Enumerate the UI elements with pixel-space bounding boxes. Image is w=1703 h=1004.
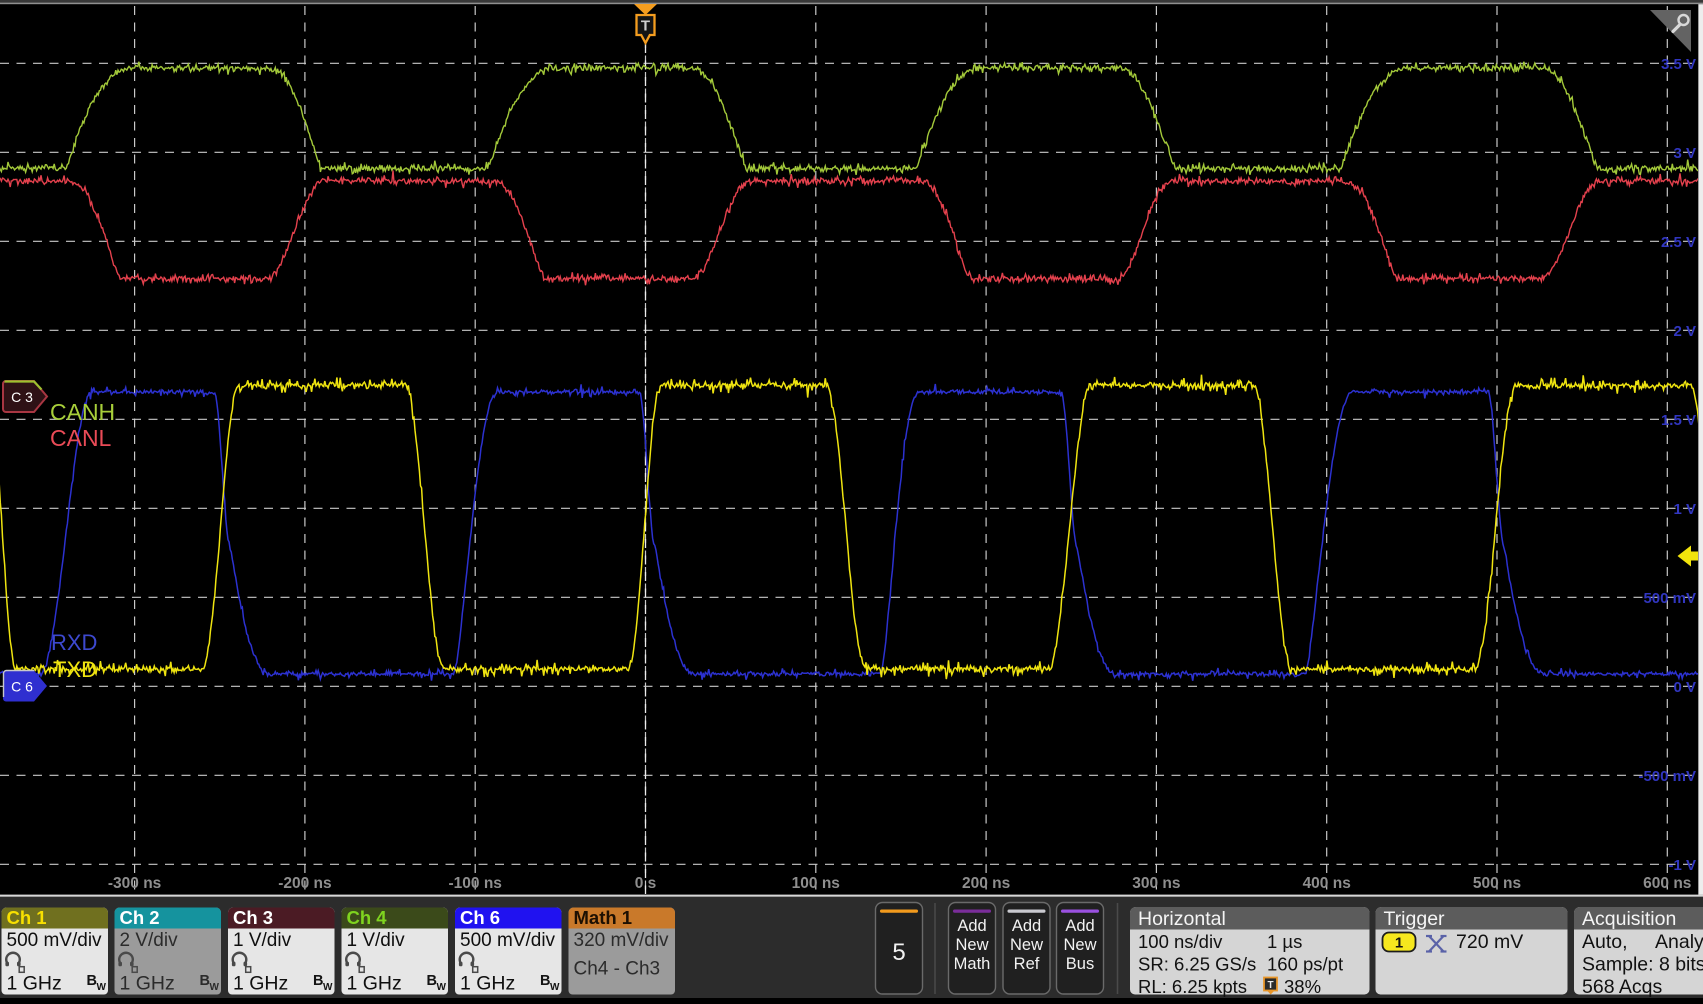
svg-text:C 6: C 6 bbox=[11, 679, 33, 695]
svg-text:Math 1: Math 1 bbox=[574, 907, 633, 928]
svg-text:Math: Math bbox=[954, 955, 991, 973]
svg-text:1 GHz: 1 GHz bbox=[460, 973, 515, 995]
svg-text:320 mV/div: 320 mV/div bbox=[574, 930, 670, 951]
svg-text:3.5 V: 3.5 V bbox=[1661, 56, 1696, 73]
svg-text:Analy: Analy bbox=[1655, 931, 1703, 953]
svg-text:500 mV/div: 500 mV/div bbox=[7, 930, 103, 951]
svg-text:B: B bbox=[540, 973, 550, 989]
svg-text:T: T bbox=[1267, 980, 1273, 991]
svg-text:CANH: CANH bbox=[50, 399, 115, 425]
svg-text:B: B bbox=[427, 973, 437, 989]
svg-text:CANL: CANL bbox=[50, 425, 112, 451]
svg-text:Horizontal: Horizontal bbox=[1138, 908, 1226, 930]
svg-text:-500 mV: -500 mV bbox=[1638, 768, 1696, 785]
svg-text:1 V/div: 1 V/div bbox=[233, 930, 292, 951]
svg-text:Ref: Ref bbox=[1014, 955, 1040, 973]
svg-text:Ch 6: Ch 6 bbox=[460, 907, 500, 928]
svg-text:New: New bbox=[1010, 936, 1043, 954]
svg-text:0 V: 0 V bbox=[1673, 679, 1696, 696]
svg-text:W: W bbox=[210, 982, 220, 993]
svg-text:-200 ns: -200 ns bbox=[278, 875, 331, 892]
svg-text:-300 ns: -300 ns bbox=[108, 875, 161, 892]
svg-text:568 Acqs: 568 Acqs bbox=[1582, 976, 1662, 998]
svg-text:Ch 2: Ch 2 bbox=[120, 907, 160, 928]
svg-text:1 V/div: 1 V/div bbox=[347, 930, 406, 951]
svg-text:C 3: C 3 bbox=[11, 389, 33, 405]
svg-text:0 s: 0 s bbox=[635, 875, 657, 892]
svg-text:-100 ns: -100 ns bbox=[448, 875, 501, 892]
svg-text:Ch 3: Ch 3 bbox=[233, 907, 273, 928]
svg-text:RL: 6.25 kpts: RL: 6.25 kpts bbox=[1138, 976, 1247, 997]
svg-text:T: T bbox=[641, 18, 650, 35]
svg-text:W: W bbox=[97, 982, 107, 993]
svg-text:W: W bbox=[437, 982, 447, 993]
svg-text:SR: 6.25 GS/s: SR: 6.25 GS/s bbox=[1138, 954, 1256, 975]
svg-text:400 ns: 400 ns bbox=[1303, 875, 1351, 892]
svg-text:RXD: RXD bbox=[51, 630, 97, 655]
svg-text:160 ps/pt: 160 ps/pt bbox=[1267, 954, 1343, 975]
svg-text:W: W bbox=[323, 982, 333, 993]
svg-text:Trigger: Trigger bbox=[1384, 908, 1446, 930]
svg-text:Auto,: Auto, bbox=[1582, 931, 1628, 953]
svg-text:-1 V: -1 V bbox=[1668, 857, 1696, 874]
svg-text:Ch 4: Ch 4 bbox=[347, 907, 388, 928]
svg-text:3 V: 3 V bbox=[1673, 145, 1696, 162]
svg-text:500 ns: 500 ns bbox=[1473, 875, 1521, 892]
svg-text:500 mV/div: 500 mV/div bbox=[460, 930, 556, 951]
svg-text:1 GHz: 1 GHz bbox=[7, 973, 62, 995]
svg-text:300 ns: 300 ns bbox=[1132, 875, 1180, 892]
svg-text:5: 5 bbox=[892, 939, 905, 966]
svg-text:Ch4 - Ch3: Ch4 - Ch3 bbox=[574, 959, 661, 980]
svg-text:1 GHz: 1 GHz bbox=[233, 973, 288, 995]
svg-text:100 ns: 100 ns bbox=[792, 875, 840, 892]
svg-text:Sample: 8 bits: Sample: 8 bits bbox=[1582, 954, 1703, 976]
svg-text:New: New bbox=[1063, 936, 1096, 954]
svg-text:100 ns/div: 100 ns/div bbox=[1138, 931, 1223, 952]
svg-text:Ch 1: Ch 1 bbox=[7, 907, 47, 928]
svg-text:600 ns: 600 ns bbox=[1643, 875, 1691, 892]
svg-text:TXD: TXD bbox=[53, 657, 97, 682]
svg-text:1 GHz: 1 GHz bbox=[120, 973, 175, 995]
svg-text:B: B bbox=[87, 973, 97, 989]
svg-text:1 V: 1 V bbox=[1673, 501, 1696, 518]
svg-text:Add: Add bbox=[957, 917, 986, 935]
svg-text:B: B bbox=[313, 973, 323, 989]
svg-text:1 µs: 1 µs bbox=[1267, 931, 1302, 952]
svg-text:38%: 38% bbox=[1284, 976, 1321, 997]
svg-text:B: B bbox=[200, 973, 210, 989]
svg-text:1.5 V: 1.5 V bbox=[1661, 412, 1696, 429]
svg-text:500 mV: 500 mV bbox=[1643, 590, 1696, 607]
svg-text:2 V/div: 2 V/div bbox=[120, 930, 179, 951]
svg-text:720 mV: 720 mV bbox=[1456, 931, 1523, 953]
svg-text:Add: Add bbox=[1012, 917, 1041, 935]
svg-text:1 GHz: 1 GHz bbox=[347, 973, 402, 995]
svg-text:200 ns: 200 ns bbox=[962, 875, 1010, 892]
svg-text:Add: Add bbox=[1065, 917, 1094, 935]
svg-text:Acquisition: Acquisition bbox=[1582, 908, 1676, 930]
svg-text:1: 1 bbox=[1395, 935, 1403, 952]
svg-text:New: New bbox=[955, 936, 988, 954]
svg-text:2.5 V: 2.5 V bbox=[1661, 234, 1696, 251]
svg-text:2 V: 2 V bbox=[1673, 323, 1696, 340]
svg-text:W: W bbox=[550, 982, 560, 993]
svg-text:Bus: Bus bbox=[1066, 955, 1094, 973]
